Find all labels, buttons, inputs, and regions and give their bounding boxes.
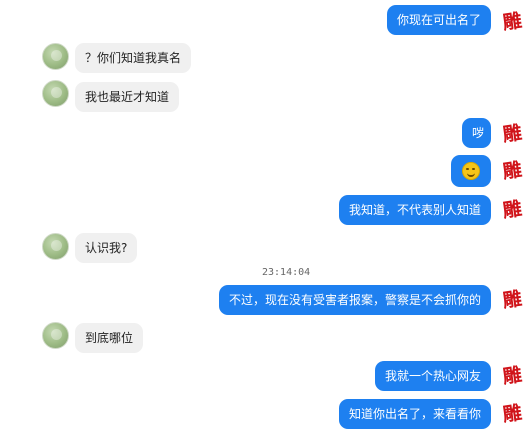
sender-avatar-char: 雕 (501, 287, 524, 312)
message-bubble-incoming: 认识我? (75, 233, 138, 263)
smile-emoji-icon (462, 162, 480, 180)
contact-avatar[interactable] (42, 233, 69, 260)
sender-avatar-char: 雕 (501, 401, 524, 426)
message-timestamp: 23:14:04 (262, 267, 311, 278)
contact-avatar[interactable] (42, 322, 69, 349)
sender-avatar-char: 雕 (501, 9, 524, 34)
sender-avatar[interactable]: 雕 (500, 157, 524, 183)
sender-avatar-char: 雕 (501, 197, 524, 222)
message-bubble-incoming: 到底哪位 (75, 323, 144, 353)
sender-avatar[interactable]: 雕 (500, 400, 524, 426)
sender-avatar[interactable]: 雕 (500, 286, 524, 312)
message-bubble-incoming: 我也最近才知道 (75, 82, 180, 112)
sender-avatar[interactable]: 雕 (500, 196, 524, 222)
message-bubble-outgoing (451, 155, 491, 187)
message-bubble-outgoing: 我就一个热心网友 (374, 361, 491, 391)
message-bubble-outgoing: 你现在可出名了 (386, 5, 491, 35)
sender-avatar[interactable]: 雕 (500, 362, 524, 388)
message-bubble-outgoing: 我知道，不代表别人知道 (338, 195, 491, 225)
sender-avatar[interactable]: 雕 (500, 120, 524, 146)
sender-avatar-char: 雕 (501, 158, 524, 183)
sender-avatar-char: 雕 (501, 363, 524, 388)
sender-avatar[interactable]: 雕 (500, 8, 524, 34)
message-bubble-outgoing: 不过，现在没有受害者报案，警察是不会抓你的 (218, 285, 491, 315)
contact-avatar[interactable] (42, 43, 69, 70)
message-bubble-incoming: ？你们知道我真名 (75, 43, 192, 73)
message-bubble-outgoing: 知道你出名了，来看看你 (338, 399, 491, 429)
contact-avatar[interactable] (42, 80, 69, 107)
sender-avatar-char: 雕 (501, 121, 524, 146)
message-bubble-outgoing: 哕 (462, 118, 491, 148)
